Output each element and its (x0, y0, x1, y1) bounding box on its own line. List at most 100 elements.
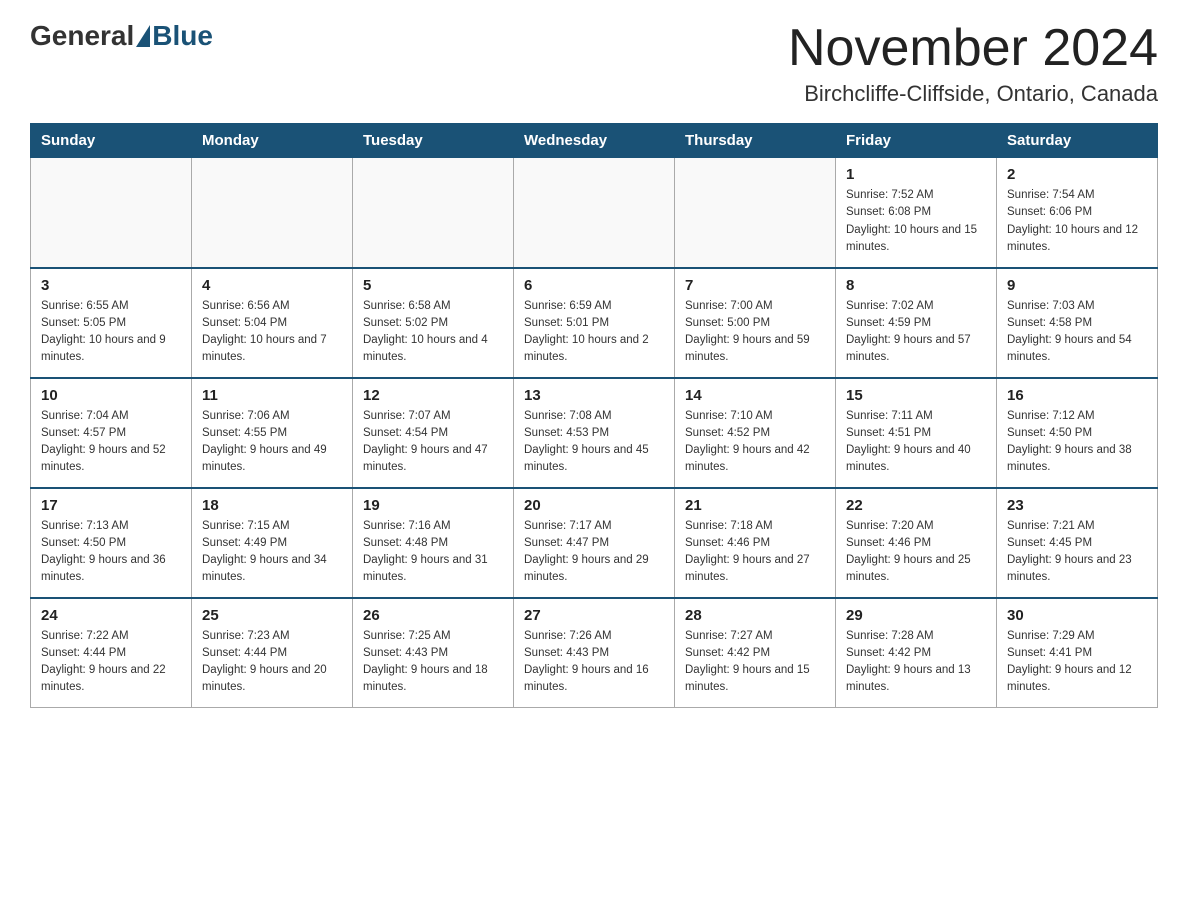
table-row: 3 Sunrise: 6:55 AMSunset: 5:05 PMDaylight… (31, 268, 192, 378)
day-info: Sunrise: 7:13 AMSunset: 4:50 PMDaylight:… (41, 518, 181, 587)
day-info: Sunrise: 7:08 AMSunset: 4:53 PMDaylight:… (524, 408, 664, 477)
day-info: Sunrise: 6:56 AMSunset: 5:04 PMDaylight:… (202, 298, 342, 367)
day-info: Sunrise: 7:10 AMSunset: 4:52 PMDaylight:… (685, 408, 825, 477)
table-row: 23 Sunrise: 7:21 AMSunset: 4:45 PMDayligh… (997, 488, 1158, 598)
header-friday: Friday (836, 124, 997, 158)
day-info: Sunrise: 7:18 AMSunset: 4:46 PMDaylight:… (685, 518, 825, 587)
day-number: 3 (41, 277, 181, 294)
calendar-week-row: 24 Sunrise: 7:22 AMSunset: 4:44 PMDayligh… (31, 598, 1158, 708)
table-row: 17 Sunrise: 7:13 AMSunset: 4:50 PMDayligh… (31, 488, 192, 598)
day-info: Sunrise: 6:59 AMSunset: 5:01 PMDaylight:… (524, 298, 664, 367)
table-row (353, 158, 514, 268)
day-number: 6 (524, 277, 664, 294)
day-number: 13 (524, 387, 664, 404)
day-info: Sunrise: 7:25 AMSunset: 4:43 PMDaylight:… (363, 628, 503, 697)
table-row (514, 158, 675, 268)
location-subtitle: Birchcliffe-Cliffside, Ontario, Canada (788, 81, 1158, 107)
day-number: 18 (202, 497, 342, 514)
day-info: Sunrise: 7:17 AMSunset: 4:47 PMDaylight:… (524, 518, 664, 587)
table-row: 14 Sunrise: 7:10 AMSunset: 4:52 PMDayligh… (675, 378, 836, 488)
table-row: 1 Sunrise: 7:52 AMSunset: 6:08 PMDaylight… (836, 158, 997, 268)
day-info: Sunrise: 7:16 AMSunset: 4:48 PMDaylight:… (363, 518, 503, 587)
day-number: 25 (202, 607, 342, 624)
day-info: Sunrise: 7:29 AMSunset: 4:41 PMDaylight:… (1007, 628, 1147, 697)
table-row (31, 158, 192, 268)
table-row: 28Sunrise: 7:27 AMSunset: 4:42 PMDayligh… (675, 598, 836, 708)
day-info: Sunrise: 7:12 AMSunset: 4:50 PMDaylight:… (1007, 408, 1147, 477)
day-number: 1 (846, 166, 986, 183)
table-row: 27 Sunrise: 7:26 AMSunset: 4:43 PMDayligh… (514, 598, 675, 708)
day-number: 27 (524, 607, 664, 624)
day-number: 17 (41, 497, 181, 514)
calendar-week-row: 1 Sunrise: 7:52 AMSunset: 6:08 PMDaylight… (31, 158, 1158, 268)
day-info: Sunrise: 7:06 AMSunset: 4:55 PMDaylight:… (202, 408, 342, 477)
day-number: 11 (202, 387, 342, 404)
table-row (675, 158, 836, 268)
day-number: 22 (846, 497, 986, 514)
day-info: Sunrise: 7:20 AMSunset: 4:46 PMDaylight:… (846, 518, 986, 587)
day-number: 2 (1007, 166, 1147, 183)
table-row: 8 Sunrise: 7:02 AMSunset: 4:59 PMDaylight… (836, 268, 997, 378)
table-row: 2 Sunrise: 7:54 AMSunset: 6:06 PMDaylight… (997, 158, 1158, 268)
table-row: 7 Sunrise: 7:00 AMSunset: 5:00 PMDaylight… (675, 268, 836, 378)
day-number: 5 (363, 277, 503, 294)
page-header: General Blue November 2024 Birchcliffe-C… (30, 20, 1158, 107)
day-info: Sunrise: 7:04 AMSunset: 4:57 PMDaylight:… (41, 408, 181, 477)
day-number: 14 (685, 387, 825, 404)
logo: General Blue (30, 20, 213, 52)
day-info: Sunrise: 7:23 AMSunset: 4:44 PMDaylight:… (202, 628, 342, 697)
title-section: November 2024 Birchcliffe-Cliffside, Ont… (788, 20, 1158, 107)
header-monday: Monday (192, 124, 353, 158)
weekday-header-row: Sunday Monday Tuesday Wednesday Thursday… (31, 124, 1158, 158)
day-info: Sunrise: 7:00 AMSunset: 5:00 PMDaylight:… (685, 298, 825, 367)
table-row: 24 Sunrise: 7:22 AMSunset: 4:44 PMDayligh… (31, 598, 192, 708)
table-row: 5 Sunrise: 6:58 AMSunset: 5:02 PMDaylight… (353, 268, 514, 378)
day-number: 26 (363, 607, 503, 624)
day-info: Sunrise: 7:52 AMSunset: 6:08 PMDaylight:… (846, 187, 986, 256)
day-number: 4 (202, 277, 342, 294)
day-info: Sunrise: 7:54 AMSunset: 6:06 PMDaylight:… (1007, 187, 1147, 256)
day-number: 29 (846, 607, 986, 624)
table-row: 11 Sunrise: 7:06 AMSunset: 4:55 PMDayligh… (192, 378, 353, 488)
table-row: 16Sunrise: 7:12 AMSunset: 4:50 PMDayligh… (997, 378, 1158, 488)
day-number: 30 (1007, 607, 1147, 624)
logo-triangle-icon (136, 25, 150, 47)
header-wednesday: Wednesday (514, 124, 675, 158)
day-number: 24 (41, 607, 181, 624)
calendar-week-row: 3 Sunrise: 6:55 AMSunset: 5:05 PMDaylight… (31, 268, 1158, 378)
logo-blue-text: Blue (152, 20, 213, 52)
day-info: Sunrise: 7:11 AMSunset: 4:51 PMDaylight:… (846, 408, 986, 477)
day-number: 10 (41, 387, 181, 404)
day-info: Sunrise: 7:28 AMSunset: 4:42 PMDaylight:… (846, 628, 986, 697)
day-number: 12 (363, 387, 503, 404)
day-info: Sunrise: 6:58 AMSunset: 5:02 PMDaylight:… (363, 298, 503, 367)
table-row: 13 Sunrise: 7:08 AMSunset: 4:53 PMDayligh… (514, 378, 675, 488)
table-row: 18 Sunrise: 7:15 AMSunset: 4:49 PMDayligh… (192, 488, 353, 598)
day-info: Sunrise: 7:21 AMSunset: 4:45 PMDaylight:… (1007, 518, 1147, 587)
day-info: Sunrise: 7:26 AMSunset: 4:43 PMDaylight:… (524, 628, 664, 697)
logo-general-text: General (30, 20, 134, 52)
day-number: 23 (1007, 497, 1147, 514)
day-number: 8 (846, 277, 986, 294)
day-number: 7 (685, 277, 825, 294)
table-row: 4 Sunrise: 6:56 AMSunset: 5:04 PMDaylight… (192, 268, 353, 378)
header-saturday: Saturday (997, 124, 1158, 158)
table-row: 15Sunrise: 7:11 AMSunset: 4:51 PMDayligh… (836, 378, 997, 488)
calendar-week-row: 10 Sunrise: 7:04 AMSunset: 4:57 PMDayligh… (31, 378, 1158, 488)
table-row: 9Sunrise: 7:03 AMSunset: 4:58 PMDaylight… (997, 268, 1158, 378)
day-number: 21 (685, 497, 825, 514)
table-row: 19Sunrise: 7:16 AMSunset: 4:48 PMDayligh… (353, 488, 514, 598)
day-info: Sunrise: 6:55 AMSunset: 5:05 PMDaylight:… (41, 298, 181, 367)
day-info: Sunrise: 7:22 AMSunset: 4:44 PMDaylight:… (41, 628, 181, 697)
calendar-week-row: 17 Sunrise: 7:13 AMSunset: 4:50 PMDayligh… (31, 488, 1158, 598)
day-info: Sunrise: 7:15 AMSunset: 4:49 PMDaylight:… (202, 518, 342, 587)
day-info: Sunrise: 7:03 AMSunset: 4:58 PMDaylight:… (1007, 298, 1147, 367)
month-title: November 2024 (788, 20, 1158, 77)
header-sunday: Sunday (31, 124, 192, 158)
day-info: Sunrise: 7:02 AMSunset: 4:59 PMDaylight:… (846, 298, 986, 367)
calendar-table: Sunday Monday Tuesday Wednesday Thursday… (30, 123, 1158, 708)
header-thursday: Thursday (675, 124, 836, 158)
table-row: 30 Sunrise: 7:29 AMSunset: 4:41 PMDayligh… (997, 598, 1158, 708)
day-info: Sunrise: 7:07 AMSunset: 4:54 PMDaylight:… (363, 408, 503, 477)
table-row: 25 Sunrise: 7:23 AMSunset: 4:44 PMDayligh… (192, 598, 353, 708)
